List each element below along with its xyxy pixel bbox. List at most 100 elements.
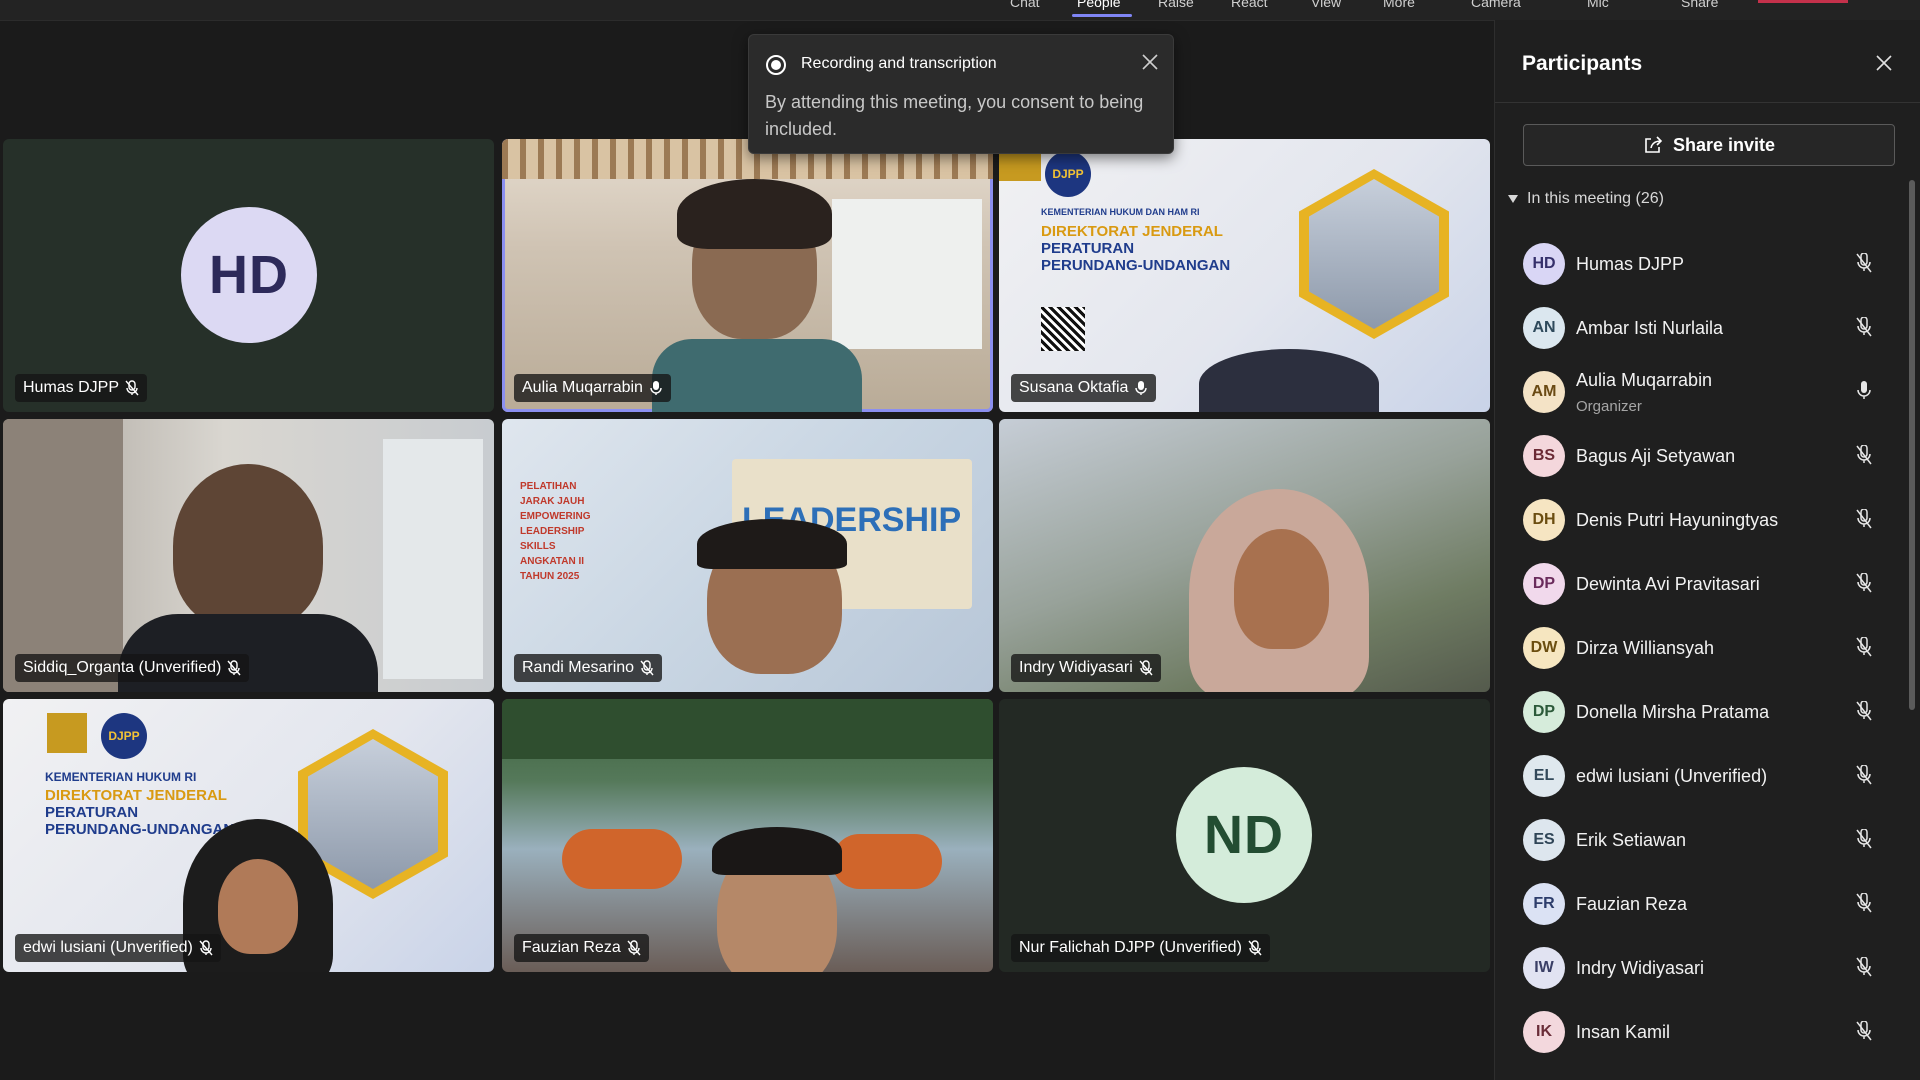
chat-button[interactable]: Chat (1010, 0, 1040, 10)
participant-name-tag: Fauzian Reza (514, 934, 649, 962)
mic-off-icon[interactable] (1854, 253, 1874, 275)
participant-name: Denis Putri Hayuningtyas (1576, 509, 1779, 530)
participant-name-tag: Indry Widiyasari (1011, 654, 1161, 682)
participant-row[interactable]: AM Aulia Muqarrabin Organizer (1495, 360, 1905, 424)
participant-name: Humas DJPP (23, 379, 120, 396)
slide-caption-1: KEMENTERIAN HUKUM RI (45, 770, 197, 784)
participant-name: Aulia Muqarrabin (1576, 370, 1713, 390)
recording-notification: Recording and transcription By attending… (748, 34, 1174, 154)
participant-row[interactable]: BS Bagus Aji Setyawan (1495, 424, 1905, 488)
video-tile-humas-djpp[interactable]: HD Humas DJPP (3, 139, 494, 412)
mic-off-icon (125, 380, 139, 396)
share-icon (1645, 136, 1663, 153)
more-button[interactable]: More (1383, 0, 1415, 10)
participant-hair (697, 519, 847, 569)
participant-row[interactable]: IW Indry Widiyasari (1495, 936, 1905, 1000)
orange-sofa (832, 834, 942, 889)
view-button[interactable]: View (1311, 0, 1341, 10)
participant-row[interactable]: IK Insan Kamil (1495, 1000, 1905, 1064)
avatar: AN (1523, 307, 1565, 349)
share-invite-button[interactable]: Share invite (1523, 124, 1895, 166)
mic-off-icon[interactable] (1854, 701, 1874, 723)
emblem-logo (47, 713, 87, 753)
avatar: IK (1523, 1011, 1565, 1053)
video-tile-edwi-lusiani[interactable]: DJPP KEMENTERIAN HUKUM RI DIREKTORAT JEN… (3, 699, 494, 972)
mic-off-icon[interactable] (1854, 445, 1874, 467)
avatar: DP (1523, 691, 1565, 733)
participant-name: Erik Setiawan (1576, 829, 1687, 850)
participant-row[interactable]: DP Dewinta Avi Pravitasari (1495, 552, 1905, 616)
participant-row[interactable]: FR Fauzian Reza (1495, 872, 1905, 936)
mic-off-icon[interactable] (1854, 637, 1874, 659)
mic-off-icon[interactable] (1854, 957, 1874, 979)
mic-off-icon[interactable] (1854, 829, 1874, 851)
participant-name-tag: Susana Oktafia (1011, 374, 1157, 402)
video-tile-randi-mesarino[interactable]: PELATIHAN JARAK JAUH EMPOWERING LEADERSH… (502, 419, 993, 692)
participant-row[interactable]: ES Erik Setiawan (1495, 808, 1905, 872)
avatar: EL (1523, 755, 1565, 797)
slide-caption-4: PERUNDANG-UNDANGAN (45, 821, 235, 838)
slide-caption-4: PERUNDANG-UNDANGAN (1041, 257, 1231, 274)
mic-off-icon (227, 660, 241, 676)
mic-off-icon (640, 660, 654, 676)
participant-name: Fauzian Reza (1576, 893, 1688, 914)
participant-name-tag: Siddiq_Organta (Unverified) (15, 654, 250, 682)
avatar: IW (1523, 947, 1565, 989)
mic-off-icon[interactable] (1854, 893, 1874, 915)
people-button[interactable]: People (1077, 0, 1121, 10)
avatar: AM (1523, 371, 1565, 413)
participant-name: Bagus Aji Setyawan (1576, 445, 1736, 466)
slide-caption-2: DIREKTORAT JENDERAL (1041, 223, 1223, 240)
participant-name: Fauzian Reza (522, 939, 621, 956)
participant-name: Insan Kamil (1576, 1021, 1671, 1042)
mic-off-icon (1139, 660, 1153, 676)
participant-name-tag: Nur Falichah DJPP (Unverified) (1011, 934, 1270, 962)
participant-name: Dewinta Avi Pravitasari (1576, 573, 1760, 594)
video-tile-susana-oktafia[interactable]: DJPP KEMENTERIAN HUKUM DAN HAM RI DIREKT… (999, 139, 1490, 412)
mic-on-icon (650, 381, 662, 395)
mic-off-icon (199, 940, 213, 956)
chevron-down-icon (1508, 195, 1518, 203)
participant-row[interactable]: DW Dirza Williansyah (1495, 616, 1905, 680)
in-meeting-section-toggle[interactable]: In this meeting (26) (1507, 190, 1664, 208)
share-invite-label: Share invite (1672, 134, 1776, 155)
avatar: HD (1523, 243, 1565, 285)
video-tile-nur-falichah[interactable]: ND Nur Falichah DJPP (Unverified) (999, 699, 1490, 972)
raise-hand-button[interactable]: Raise (1158, 0, 1194, 10)
participant-face (173, 464, 323, 629)
mic-off-icon[interactable] (1854, 1021, 1874, 1043)
video-tile-aulia-muqarrabin[interactable]: Aulia Muqarrabin (502, 139, 993, 412)
participant-name-tag: Randi Mesarino (514, 654, 663, 682)
close-icon[interactable] (1875, 54, 1893, 72)
participant-hair (712, 827, 842, 875)
scrollbar[interactable] (1909, 180, 1915, 710)
participant-name: Donella Mirsha Pratama (1576, 701, 1770, 722)
participants-panel: Participants Share invite In this meetin… (1494, 20, 1920, 1080)
mic-button[interactable]: Mic (1587, 0, 1609, 10)
video-tile-fauzian-reza[interactable]: Fauzian Reza (502, 699, 993, 972)
participant-list: HD Humas DJPP AN Ambar Isti Nurlaila AM Aulia… (1495, 232, 1905, 1064)
participant-role: Organizer (1576, 398, 1642, 415)
mic-on-icon[interactable] (1854, 381, 1874, 403)
video-tile-siddiq-organta[interactable]: Siddiq_Organta (Unverified) (3, 419, 494, 692)
record-icon (766, 55, 786, 75)
participant-row[interactable]: EL edwi lusiani (Unverified) (1495, 744, 1905, 808)
mic-off-icon (1248, 940, 1262, 956)
video-tile-indry-widiyasari[interactable]: Indry Widiyasari (999, 419, 1490, 692)
camera-button[interactable]: Camera (1471, 0, 1521, 10)
mic-off-icon[interactable] (1854, 509, 1874, 531)
leave-button[interactable] (1758, 0, 1848, 3)
react-button[interactable]: React (1231, 0, 1268, 10)
participant-row[interactable]: AN Ambar Isti Nurlaila (1495, 296, 1905, 360)
participant-row[interactable]: HD Humas DJPP (1495, 232, 1905, 296)
people-tab-indicator (1072, 14, 1132, 17)
participant-row[interactable]: DP Donella Mirsha Pratama (1495, 680, 1905, 744)
mic-off-icon[interactable] (1854, 573, 1874, 595)
share-button[interactable]: Share (1681, 0, 1718, 10)
close-icon[interactable] (1141, 53, 1159, 71)
participant-row[interactable]: DH Denis Putri Hayuningtyas (1495, 488, 1905, 552)
avatar: DW (1523, 627, 1565, 669)
mic-off-icon[interactable] (1854, 765, 1874, 787)
mic-off-icon[interactable] (1854, 317, 1874, 339)
qr-code (1041, 307, 1085, 351)
